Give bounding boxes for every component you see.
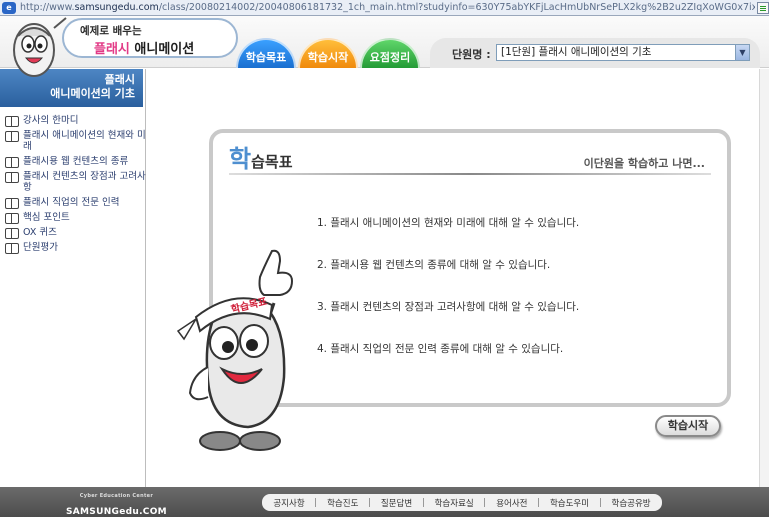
title-divider — [229, 173, 711, 175]
footer-link-share[interactable]: 학습공유방 — [612, 497, 651, 509]
book-icon — [5, 131, 19, 142]
sidebar-item-key-points[interactable]: 핵심 포인트 — [0, 210, 146, 225]
goal-item: 2. 플래시용 웹 컨텐츠의 종류에 대해 알 수 있습니다. — [317, 259, 551, 271]
book-icon — [5, 116, 19, 127]
tab-start-learning[interactable]: 학습시작 — [298, 38, 358, 68]
footer-link-resources[interactable]: 학습자료실 — [435, 497, 474, 509]
footer-link-qna[interactable]: 질문답변 — [381, 497, 412, 509]
book-icon — [5, 228, 19, 239]
divider — [538, 498, 540, 507]
goal-item: 4. 플래시 직업의 전문 인력 종류에 대해 알 수 있습니다. — [317, 343, 564, 355]
sidebar-list: 강사의 한마디 플래시 애니메이션의 현재와 미래 플래시용 웹 컨텐츠의 종류… — [0, 113, 146, 255]
goal-item: 1. 플래시 애니메이션의 현재와 미래에 대해 알 수 있습니다. — [317, 217, 580, 229]
book-icon — [5, 157, 19, 168]
unit-label: 단원명 : — [452, 48, 491, 61]
divider — [422, 498, 424, 507]
footer-link-glossary[interactable]: 용어사전 — [496, 497, 527, 509]
tab-learning-goals[interactable]: 학습목표 — [236, 38, 296, 68]
book-icon — [5, 243, 19, 254]
book-icon — [5, 213, 19, 224]
main-content: 학습목표 이단원을 학습하고 나면... 1. 플래시 애니메이션의 현재와 미… — [146, 69, 769, 487]
sidebar-item-web-content-types[interactable]: 플래시용 웹 컨텐츠의 종류 — [0, 154, 146, 169]
divider — [315, 498, 317, 507]
footer-link-notice[interactable]: 공지사항 — [273, 497, 304, 509]
book-icon — [5, 172, 19, 183]
unit-selector-box: 단원명 : [1단원] 플래시 애니메이션의 기초 ▼ — [430, 38, 760, 68]
footer-link-help[interactable]: 학습도우미 — [550, 497, 589, 509]
mascot-character-icon: 학습목표 — [176, 249, 294, 451]
footer-link-progress[interactable]: 학습진도 — [327, 497, 358, 509]
footer-logo[interactable]: Cyber Education Center SAMSUNGedu.COM — [66, 493, 167, 518]
sidebar: 플래시 애니메이션의 기초 강사의 한마디 플래시 애니메이션의 현재와 미래 … — [0, 69, 146, 487]
sidebar-item-professionals[interactable]: 플래시 직업의 전문 인력 — [0, 195, 146, 210]
tab-summary[interactable]: 요점정리 — [360, 38, 420, 68]
divider — [599, 498, 601, 507]
divider — [369, 498, 371, 507]
browser-page-icon: e — [2, 1, 16, 14]
footer: Cyber Education Center SAMSUNGedu.COM 공지… — [0, 487, 769, 517]
mascot-logo-icon — [13, 17, 67, 77]
sidebar-item-unit-test[interactable]: 단원평가 — [0, 240, 146, 255]
page-status-icon — [757, 1, 769, 14]
site-header: 예제로 배우는 플래시 애니메이션 학습목표 학습시작 요점정리 단원명 : [… — [0, 16, 769, 77]
sidebar-item-present-future[interactable]: 플래시 애니메이션의 현재와 미래 — [0, 128, 146, 154]
sidebar-item-ox-quiz[interactable]: OX 퀴즈 — [0, 225, 146, 240]
unit-select[interactable]: [1단원] 플래시 애니메이션의 기초 ▼ — [496, 44, 750, 61]
brand-subtitle: 예제로 배우는 — [80, 25, 142, 37]
sidebar-item-pros-considerations[interactable]: 플래시 컨텐츠의 장점과 고려사항 — [0, 169, 146, 195]
footer-menu: 공지사항 학습진도 질문답변 학습자료실 용어사전 학습도우미 학습공유방 — [262, 494, 662, 511]
address-bar[interactable]: e http://www.samsungedu.com/class/200802… — [0, 0, 769, 16]
start-learning-button[interactable]: 학습시작 — [655, 415, 721, 437]
goal-item: 3. 플래시 컨텐츠의 장점과 고려사항에 대해 알 수 있습니다. — [317, 301, 580, 313]
divider — [484, 498, 486, 507]
scrollbar[interactable] — [759, 69, 769, 487]
brand-title[interactable]: 예제로 배우는 플래시 애니메이션 — [62, 18, 238, 58]
sidebar-item-instructor-word[interactable]: 강사의 한마디 — [0, 113, 146, 128]
brand-main-title: 플래시 애니메이션 — [94, 42, 195, 57]
chevron-down-icon[interactable]: ▼ — [735, 45, 749, 60]
address-url[interactable]: http://www.samsungedu.com/class/20080214… — [20, 2, 755, 13]
goal-list: 1. 플래시 애니메이션의 현재와 미래에 대해 알 수 있습니다. 2. 플래… — [317, 215, 579, 383]
page-title: 학습목표 — [229, 145, 293, 173]
unit-selected-value: [1단원] 플래시 애니메이션의 기초 — [501, 46, 652, 58]
book-icon — [5, 198, 19, 209]
page-subtitle: 이단원을 학습하고 나면... — [583, 157, 705, 170]
